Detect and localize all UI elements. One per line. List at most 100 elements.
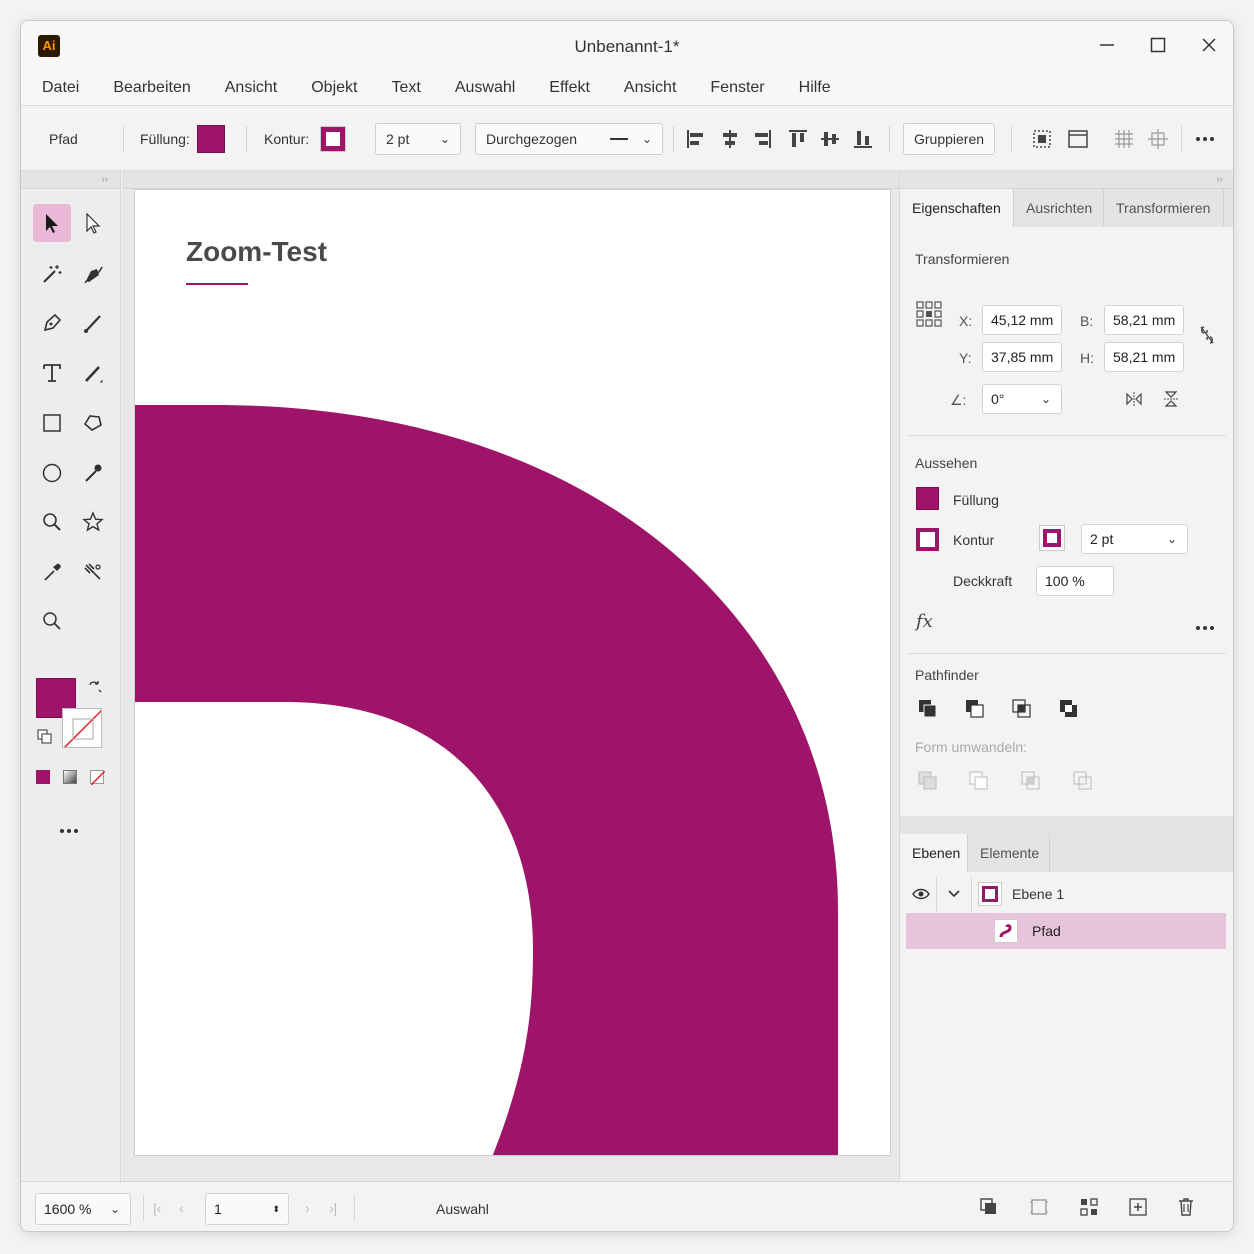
swap-colors-button[interactable] <box>87 679 103 700</box>
stroke-weight-dropdown[interactable]: 2 pt ⌄ <box>375 123 461 155</box>
sublayer-name[interactable]: Pfad <box>1032 923 1061 939</box>
curvature-tool[interactable] <box>74 255 112 293</box>
align-bottom-button[interactable] <box>852 106 874 172</box>
color-picker-tool[interactable] <box>33 553 71 591</box>
height-field[interactable]: 58,21 mm <box>1104 342 1184 372</box>
more-options-button[interactable] <box>1195 106 1215 172</box>
reference-point-selector[interactable] <box>916 301 942 332</box>
panel-collapse-bar[interactable]: ›› <box>21 171 120 189</box>
last-artboard-button[interactable]: ›| <box>329 1200 337 1216</box>
stroke-color-button[interactable] <box>1039 525 1065 551</box>
puppet-warp-tool[interactable] <box>74 553 112 591</box>
canvas-area[interactable]: Zoom-Test <box>122 171 899 1181</box>
maximize-button[interactable] <box>1135 29 1181 61</box>
ellipse-tool[interactable] <box>33 454 71 492</box>
tab-ausrichten[interactable]: Ausrichten <box>1014 189 1104 227</box>
menu-objekt[interactable]: Objekt <box>311 79 357 97</box>
zoom-search-tool[interactable] <box>33 503 71 541</box>
group-button[interactable]: Gruppieren <box>903 123 996 155</box>
selection-tool[interactable] <box>33 204 71 242</box>
align-right-button[interactable] <box>751 106 773 172</box>
tab-transformieren[interactable]: Transformieren <box>1104 189 1224 227</box>
type-tool[interactable] <box>33 354 71 392</box>
first-artboard-button[interactable]: |‹ <box>153 1200 161 1216</box>
menu-hilfe[interactable]: Hilfe <box>799 79 831 97</box>
layer-expand-toggle[interactable] <box>937 890 971 898</box>
transform-grid-button[interactable] <box>1147 106 1169 172</box>
menu-ansicht-2[interactable]: Ansicht <box>624 79 676 97</box>
isolate-button[interactable] <box>1031 106 1053 172</box>
arrange-button[interactable] <box>1079 1197 1099 1222</box>
magic-wand-tool[interactable] <box>33 255 71 293</box>
menu-effekt[interactable]: Effekt <box>549 79 590 97</box>
rotation-dropdown[interactable]: 0° ⌄ <box>982 384 1062 414</box>
opacity-field[interactable]: 100 % <box>1036 566 1114 596</box>
zoom-dropdown[interactable]: 1600 % ⌄ <box>35 1193 131 1225</box>
pathfinder-minus-front-button[interactable] <box>964 698 986 720</box>
menu-bearbeiten[interactable]: Bearbeiten <box>113 79 190 97</box>
minimize-button[interactable] <box>1084 29 1130 61</box>
artboard[interactable]: Zoom-Test <box>134 189 891 1156</box>
shaper-tool[interactable] <box>74 404 112 442</box>
stroke-swatch-control[interactable] <box>320 106 346 172</box>
y-position-field[interactable]: 37,85 mm <box>982 342 1062 372</box>
flip-horizontal-button[interactable] <box>1125 391 1143 412</box>
stroke-swatch[interactable] <box>916 528 939 551</box>
more-tools-button[interactable] <box>59 821 79 839</box>
panel-collapse-bar[interactable]: ›› <box>900 171 1233 189</box>
menu-fenster[interactable]: Fenster <box>710 79 764 97</box>
menu-datei[interactable]: Datei <box>42 79 79 97</box>
star-tool[interactable] <box>74 503 112 541</box>
appearance-more-button[interactable] <box>1195 618 1215 636</box>
align-top-button[interactable] <box>787 106 809 172</box>
pathfinder-unite-button[interactable] <box>917 698 939 720</box>
tab-ebenen[interactable]: Ebenen <box>900 834 968 872</box>
stroke-swatch[interactable] <box>320 126 346 152</box>
layer-row-ebene-1[interactable]: Ebene 1 <box>906 876 1226 912</box>
x-position-field[interactable]: 45,12 mm <box>982 305 1062 335</box>
fill-swatch[interactable] <box>916 487 939 510</box>
flip-vertical-button[interactable] <box>1163 390 1179 413</box>
pathfinder-intersect-button[interactable] <box>1011 698 1033 720</box>
artboard-frame-button[interactable] <box>1029 1197 1049 1222</box>
visibility-toggle[interactable] <box>906 888 936 900</box>
zoom-tool[interactable] <box>33 602 71 640</box>
layer-name[interactable]: Ebene 1 <box>1012 886 1064 902</box>
grid-button[interactable] <box>1113 106 1135 172</box>
none-mode-button[interactable] <box>90 770 106 786</box>
rectangle-tool[interactable] <box>33 404 71 442</box>
fill-swatch-control[interactable] <box>197 106 225 172</box>
duplicate-button[interactable] <box>979 1197 999 1222</box>
delete-button[interactable] <box>1176 1196 1196 1223</box>
next-artboard-button[interactable]: › <box>305 1200 310 1216</box>
stroke-weight-dropdown[interactable]: 2 pt ⌄ <box>1081 524 1188 554</box>
stroke-style-dropdown[interactable]: Durchgezogen ⌄ <box>475 123 663 155</box>
new-layer-button[interactable] <box>1128 1197 1148 1222</box>
constrain-proportions-button[interactable] <box>1198 324 1216 351</box>
artboard-number-field[interactable]: 1 ⬍ <box>205 1193 289 1225</box>
magenta-arc-path[interactable] <box>135 190 891 1156</box>
pathfinder-exclude-button[interactable] <box>1058 698 1080 720</box>
pen-tool[interactable] <box>33 304 71 342</box>
tab-elemente[interactable]: Elemente <box>968 834 1050 872</box>
menu-text[interactable]: Text <box>391 79 420 97</box>
align-center-v-button[interactable] <box>819 106 841 172</box>
direct-selection-tool[interactable] <box>74 204 112 242</box>
previous-artboard-button[interactable]: ‹ <box>179 1200 184 1216</box>
fill-swatch[interactable] <box>197 125 225 153</box>
stroke-color-swatch[interactable] <box>62 708 102 748</box>
default-colors-button[interactable] <box>37 729 53 750</box>
color-mode-button[interactable] <box>36 770 50 784</box>
pencil-tool[interactable] <box>74 354 112 392</box>
fx-effects-button[interactable]: fx <box>916 611 933 632</box>
width-field[interactable]: 58,21 mm <box>1104 305 1184 335</box>
align-left-button[interactable] <box>685 106 707 172</box>
gradient-mode-button[interactable] <box>63 770 77 784</box>
tab-eigenschaften[interactable]: Eigenschaften <box>900 189 1014 227</box>
artboard-button[interactable] <box>1067 106 1089 172</box>
menu-ansicht[interactable]: Ansicht <box>225 79 277 97</box>
close-button[interactable] <box>1186 29 1232 61</box>
artboard-heading[interactable]: Zoom-Test <box>186 236 327 268</box>
align-center-h-button[interactable] <box>719 106 741 172</box>
menu-auswahl[interactable]: Auswahl <box>455 79 515 97</box>
